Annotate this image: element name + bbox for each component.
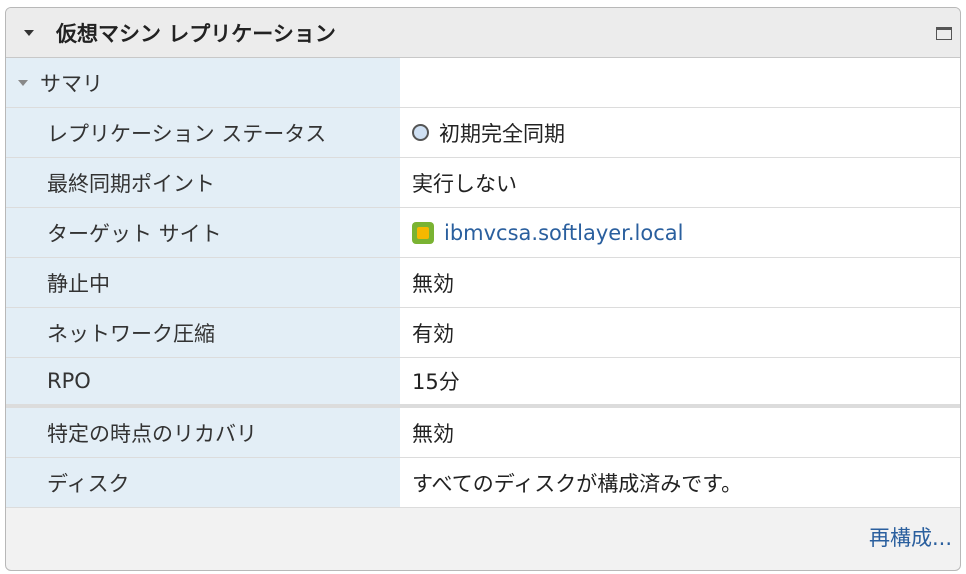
target-site-link[interactable]: ibmvcsa.softlayer.local	[444, 221, 684, 245]
clock-icon	[412, 124, 429, 141]
table-row: ディスク すべてのディスクが構成済みです。	[6, 458, 960, 508]
row-value: 15分	[400, 358, 960, 404]
panel-header: 仮想マシン レプリケーション	[6, 8, 960, 58]
summary-section[interactable]: サマリ	[6, 58, 960, 108]
vcenter-icon	[412, 221, 434, 244]
row-value: 無効	[400, 408, 960, 457]
maximize-icon[interactable]	[936, 27, 952, 40]
table-row: RPO 15分	[6, 358, 960, 408]
row-label: 静止中	[6, 258, 400, 307]
reconfigure-link[interactable]: 再構成...	[869, 522, 952, 552]
table-row: レプリケーション ステータス 初期完全同期	[6, 108, 960, 158]
panel-footer: 再構成...	[6, 508, 960, 568]
table-row: 最終同期ポイント 実行しない	[6, 158, 960, 208]
collapse-icon[interactable]	[24, 29, 34, 36]
row-label: 特定の時点のリカバリ	[6, 408, 400, 457]
row-label: ディスク	[6, 458, 400, 507]
row-value: 実行しない	[400, 158, 960, 207]
row-label: ネットワーク圧縮	[6, 308, 400, 357]
row-value: すべてのディスクが構成済みです。	[400, 458, 960, 507]
row-label: レプリケーション ステータス	[6, 108, 400, 157]
row-value: 有効	[400, 308, 960, 357]
row-label: ターゲット サイト	[6, 208, 400, 257]
row-value: 初期完全同期	[439, 121, 565, 146]
row-value: 無効	[400, 258, 960, 307]
table-row: 特定の時点のリカバリ 無効	[6, 408, 960, 458]
table-row: ネットワーク圧縮 有効	[6, 308, 960, 358]
summary-label: サマリ	[40, 71, 103, 96]
row-label: RPO	[6, 358, 400, 404]
table-row: 静止中 無効	[6, 258, 960, 308]
vm-replication-panel: 仮想マシン レプリケーション サマリ レプリケーション ステータス 初期完全同期 …	[5, 7, 961, 571]
collapse-icon[interactable]	[18, 79, 28, 86]
panel-title: 仮想マシン レプリケーション	[56, 21, 336, 46]
table-row: ターゲット サイト ibmvcsa.softlayer.local	[6, 208, 960, 258]
row-label: 最終同期ポイント	[6, 158, 400, 207]
